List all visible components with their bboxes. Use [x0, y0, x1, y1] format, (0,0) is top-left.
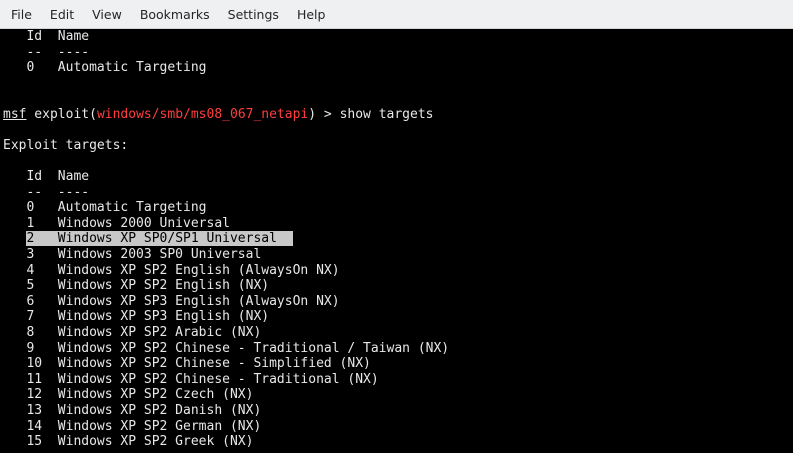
targets-header-line: Id Name: [3, 169, 90, 184]
menu-bookmarks[interactable]: Bookmarks: [129, 0, 217, 29]
top-divider-line: -- ----: [3, 44, 90, 60]
menu-file[interactable]: File: [0, 0, 39, 29]
msf-prompt: msf: [3, 106, 27, 122]
target-row: 12 Windows XP SP2 Czech (NX): [3, 387, 254, 403]
selected-indent: [3, 231, 26, 246]
targets-divider-line: -- ----: [3, 184, 90, 200]
menu-view[interactable]: View: [81, 0, 129, 29]
menubar: File Edit View Bookmarks Settings Help: [0, 0, 793, 29]
target-row: 3 Windows 2003 SP0 Universal: [3, 247, 262, 262]
menu-settings[interactable]: Settings: [217, 0, 286, 29]
target-row: 14 Windows XP SP2 German (NX): [3, 418, 262, 434]
exploit-targets-heading: Exploit targets:: [3, 137, 129, 153]
terminal-output[interactable]: Id Name -- ---- 0 Automatic Targeting ms…: [0, 29, 793, 453]
module-path: windows/smb/ms08_067_netapi: [96, 106, 309, 122]
target-row: 9 Windows XP SP2 Chinese - Traditional /…: [3, 340, 450, 356]
target-row: 15 Windows XP SP2 Greek (NX): [3, 434, 254, 450]
target-row: 13 Windows XP SP2 Danish (NX): [3, 403, 262, 418]
top-target-line: 0 Automatic Targeting: [3, 60, 207, 76]
selected-target-highlight[interactable]: 2 Windows XP SP0/SP1 Universal: [26, 231, 293, 247]
target-row: 0 Automatic Targeting: [3, 200, 207, 216]
target-row: 1 Windows 2000 Universal: [3, 215, 230, 231]
selected-target-row: 2 Windows XP SP0/SP1 Universal: [3, 231, 293, 247]
target-row: 4 Windows XP SP2 English (AlwaysOn NX): [3, 262, 340, 278]
target-row: 5 Windows XP SP2 English (NX): [3, 278, 270, 294]
target-row: 11 Windows XP SP2 Chinese - Traditional …: [3, 371, 379, 387]
prompt-command: ) > show targets: [308, 106, 434, 122]
target-row: 8 Windows XP SP2 Arabic (NX): [3, 325, 262, 340]
menu-edit[interactable]: Edit: [39, 0, 81, 29]
target-row: 6 Windows XP SP3 English (AlwaysOn NX): [3, 293, 340, 309]
prompt-line: msf exploit(windows/smb/ms08_067_netapi)…: [3, 107, 434, 123]
top-header-line: Id Name: [3, 29, 90, 44]
prompt-exploit-prefix: exploit(: [26, 106, 97, 122]
target-row: 7 Windows XP SP3 English (NX): [3, 309, 270, 325]
menu-help[interactable]: Help: [286, 0, 333, 29]
target-row: 10 Windows XP SP2 Chinese - Simplified (…: [3, 356, 371, 372]
konsole-window: File Edit View Bookmarks Settings Help I…: [0, 0, 793, 453]
